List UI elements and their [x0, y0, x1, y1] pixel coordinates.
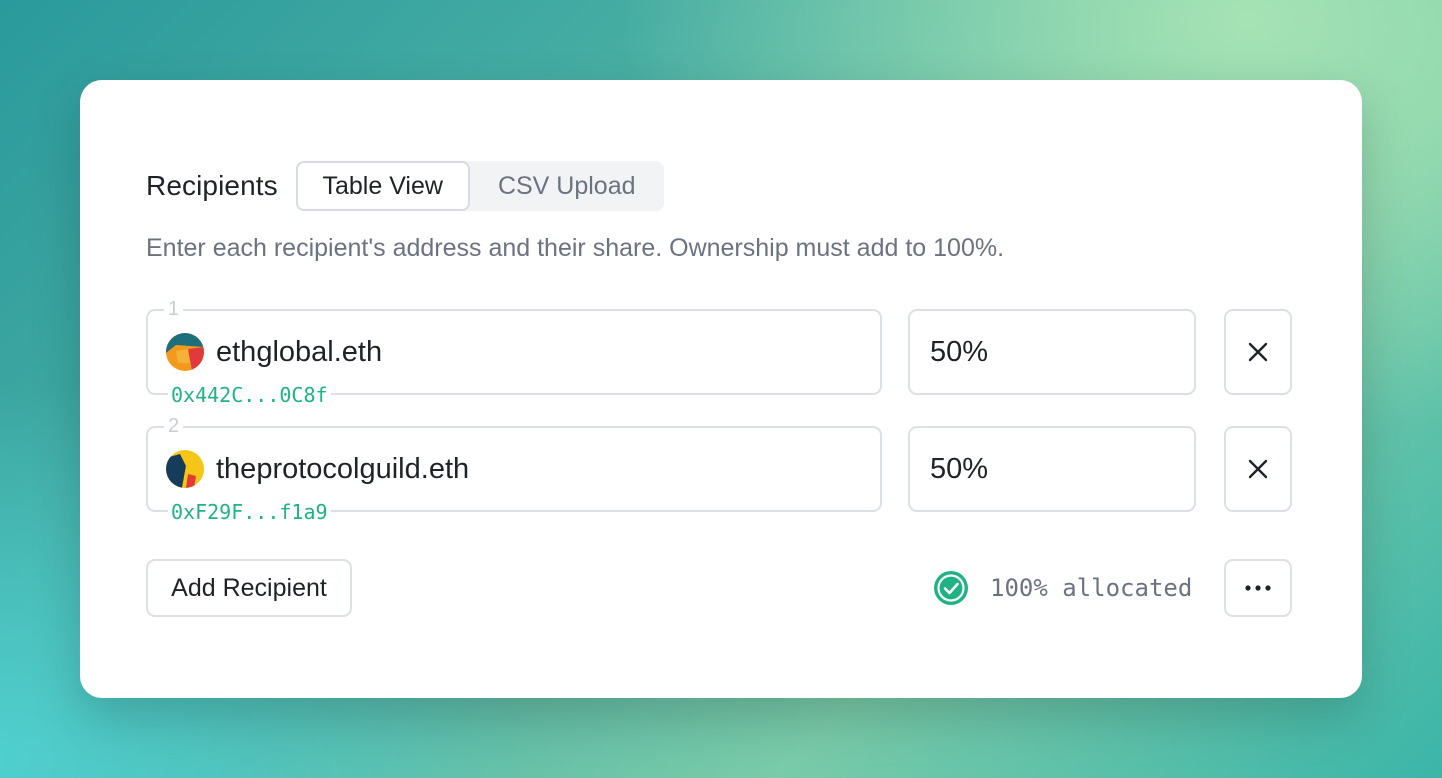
row-number: 2 [164, 414, 184, 438]
allocation-status: 100% allocated [932, 559, 1192, 617]
share-input[interactable]: 50% [908, 426, 1196, 512]
avatar [166, 450, 204, 488]
more-options-button[interactable] [1224, 559, 1292, 617]
tab-csv-upload[interactable]: CSV Upload [470, 161, 664, 211]
section-title: Recipients [146, 170, 278, 201]
row-number: 1 [164, 297, 184, 321]
recipients-card: Recipients Table View CSV Upload Enter e… [80, 80, 1362, 698]
tab-table-view[interactable]: Table View [295, 161, 470, 211]
recipients-footer: Add Recipient 100% allocated [146, 559, 1292, 617]
remove-icon [1248, 459, 1268, 479]
recipient-row: 2 theprotocolguild.eth 0xF29F...f1a9 50% [146, 414, 1292, 524]
recipient-ens-name: theprotocolguild.eth [216, 452, 470, 485]
more-icon [1245, 585, 1271, 591]
recipient-row: 1 ethglobal.eth 0x442C...0C8f 50% [146, 297, 1292, 407]
view-toggle: Table View CSV Upload [295, 161, 664, 211]
recipients-header: Recipients Table View CSV Upload [146, 161, 664, 211]
recipient-address-field[interactable]: 1 ethglobal.eth 0x442C...0C8f [146, 297, 882, 407]
allocation-text: 100% allocated [990, 574, 1193, 602]
recipient-address: 0xF29F...f1a9 [168, 500, 331, 524]
recipient-ens-name: ethglobal.eth [216, 335, 383, 368]
check-circle-icon [934, 571, 968, 605]
recipient-address-field[interactable]: 2 theprotocolguild.eth 0xF29F...f1a9 [146, 414, 882, 524]
section-description: Enter each recipient's address and their… [146, 234, 1005, 262]
share-input[interactable]: 50% [908, 309, 1196, 395]
add-recipient-button[interactable]: Add Recipient [146, 559, 352, 617]
avatar [166, 333, 204, 371]
remove-recipient-button[interactable] [1224, 309, 1292, 395]
remove-recipient-button[interactable] [1224, 426, 1292, 512]
remove-icon [1248, 342, 1268, 362]
recipient-address: 0x442C...0C8f [168, 383, 331, 407]
